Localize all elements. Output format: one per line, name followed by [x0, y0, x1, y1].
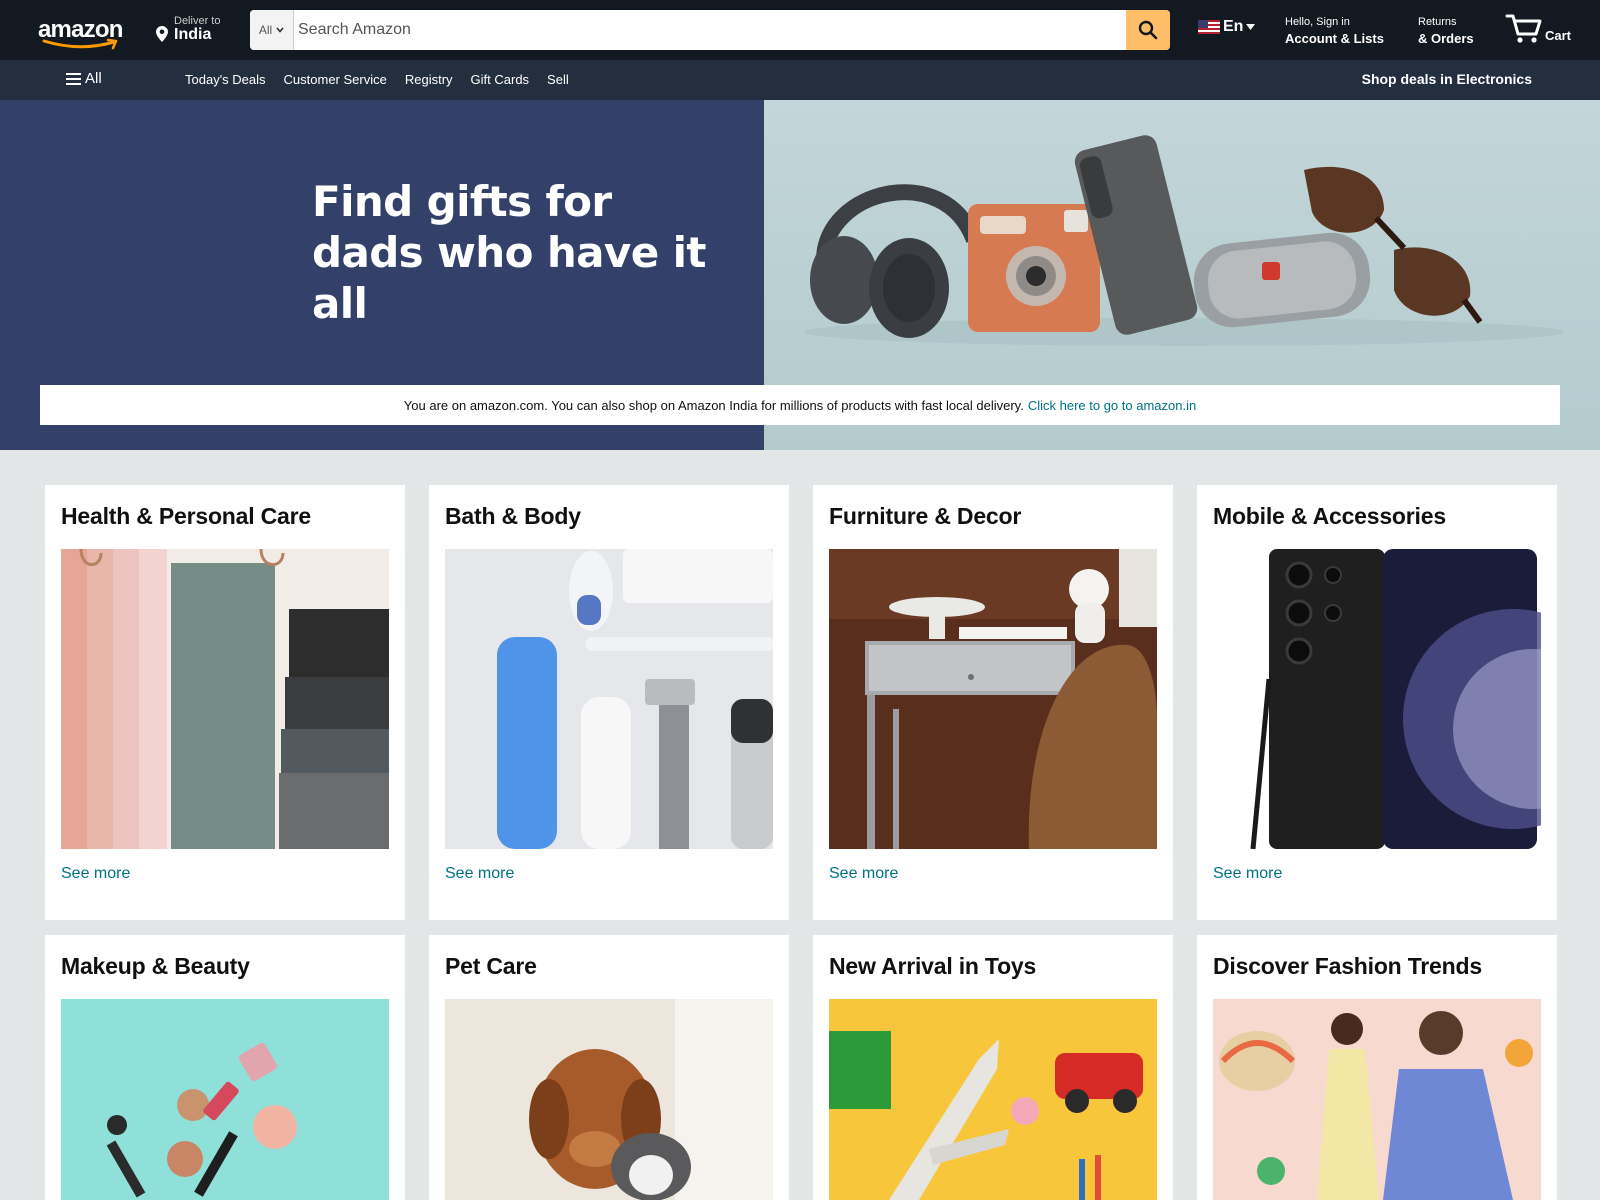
see-more-link[interactable]: See more — [1213, 865, 1282, 883]
subnav-links: Today's Deals Customer Service Registry … — [185, 72, 569, 87]
search-bar: All — [250, 10, 1170, 50]
subnav-link-todays-deals[interactable]: Today's Deals — [185, 72, 266, 87]
subnav-link-sell[interactable]: Sell — [547, 72, 569, 87]
all-menu-label: All — [85, 70, 102, 87]
headphones-illustration — [810, 184, 982, 338]
cart-icon — [1505, 14, 1542, 43]
portable-speaker-illustration — [1193, 232, 1371, 328]
card-image[interactable] — [61, 549, 389, 849]
account-greeting: Hello, Sign in — [1285, 16, 1350, 28]
card-title[interactable]: Health & Personal Care — [61, 503, 311, 530]
search-input[interactable] — [296, 10, 1116, 50]
language-value: En — [1223, 18, 1244, 35]
card-image[interactable] — [61, 999, 389, 1200]
card-title[interactable]: New Arrival in Toys — [829, 953, 1036, 980]
card-image[interactable] — [445, 999, 773, 1200]
caret-down-icon — [1246, 24, 1256, 30]
category-card-pet-care: Pet Care — [429, 935, 789, 1200]
instant-camera-illustration — [968, 204, 1100, 332]
card-image[interactable] — [829, 549, 1157, 849]
hero-title-line-1: Find gifts for — [312, 177, 612, 226]
category-card-health: Health & Personal Care See more — [45, 485, 405, 920]
orders-label: & Orders — [1418, 31, 1474, 46]
card-image[interactable] — [445, 549, 773, 849]
card-title[interactable]: Bath & Body — [445, 503, 581, 530]
top-nav-bar: amazon Deliver to India All Search Amazo… — [0, 0, 1600, 60]
category-card-toys: New Arrival in Toys — [813, 935, 1173, 1200]
card-title[interactable]: Mobile & Accessories — [1213, 503, 1446, 530]
electronics-deals-link[interactable]: Shop deals in Electronics — [1362, 71, 1532, 87]
card-title[interactable]: Furniture & Decor — [829, 503, 1021, 530]
category-card-bath-body: Bath & Body See more — [429, 485, 789, 920]
see-more-link[interactable]: See more — [61, 865, 130, 883]
card-image[interactable] — [1213, 549, 1541, 849]
us-flag-icon — [1198, 20, 1220, 34]
search-category-select[interactable]: All — [250, 10, 294, 50]
category-card-makeup-beauty: Makeup & Beauty — [45, 935, 405, 1200]
amazon-in-link[interactable]: Click here to go to amazon.in — [1028, 398, 1196, 413]
see-more-link[interactable]: See more — [445, 865, 514, 883]
smile-arrow-icon — [42, 38, 118, 50]
category-card-furniture-decor: Furniture & Decor See more — [813, 485, 1173, 920]
language-selector[interactable]: En — [1198, 18, 1256, 36]
card-title[interactable]: Discover Fashion Trends — [1213, 953, 1482, 980]
regional-redirect-notice: You are on amazon.com. You can also shop… — [40, 385, 1560, 425]
subnav-link-customer-service[interactable]: Customer Service — [284, 72, 387, 87]
all-menu-button[interactable]: All — [66, 70, 102, 87]
card-image[interactable] — [829, 999, 1157, 1200]
search-button[interactable] — [1126, 10, 1170, 50]
subnav-link-registry[interactable]: Registry — [405, 72, 453, 87]
subnav-link-gift-cards[interactable]: Gift Cards — [471, 72, 530, 87]
cart-button[interactable]: Cart — [1505, 12, 1585, 48]
amazon-logo[interactable]: amazon — [38, 14, 130, 50]
card-title[interactable]: Pet Care — [445, 953, 537, 980]
see-more-link[interactable]: See more — [829, 865, 898, 883]
card-title[interactable]: Makeup & Beauty — [61, 953, 250, 980]
returns-label: Returns — [1418, 16, 1457, 28]
account-lists-menu[interactable]: Hello, Sign in Account & Lists — [1285, 16, 1384, 46]
account-label: Account & Lists — [1285, 31, 1384, 46]
secondary-nav-bar: All Today's Deals Customer Service Regis… — [0, 60, 1600, 100]
category-card-fashion: Discover Fashion Trends — [1197, 935, 1557, 1200]
cart-label: Cart — [1545, 28, 1572, 43]
hamburger-menu-icon — [66, 72, 81, 85]
deliver-location: India — [174, 26, 212, 43]
card-image[interactable] — [1213, 999, 1541, 1200]
returns-orders-link[interactable]: Returns & Orders — [1418, 16, 1474, 46]
search-category-value: All — [258, 23, 273, 37]
hero-title-line-2: dads who have it all — [312, 228, 706, 328]
hero-headline: Find gifts for dads who have it all — [312, 176, 742, 329]
notice-text: You are on amazon.com. You can also shop… — [403, 397, 1024, 413]
search-icon — [1138, 20, 1158, 40]
location-pin-icon — [156, 26, 168, 42]
category-card-mobile-accessories: Mobile & Accessories See more — [1197, 485, 1557, 920]
chevron-down-icon — [276, 27, 284, 33]
